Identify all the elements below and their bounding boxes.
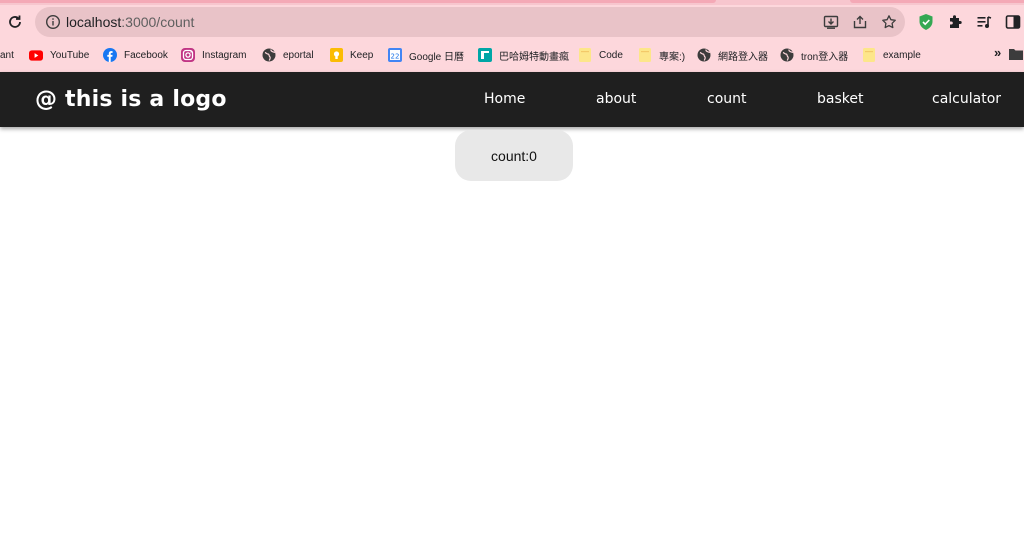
- shield-extension-icon[interactable]: [917, 13, 935, 31]
- facebook-icon: [103, 48, 117, 62]
- bookmark-eportal[interactable]: eportal: [262, 46, 314, 64]
- bookmark-folder-projects[interactable]: 專案:): [638, 46, 685, 64]
- count-text: count:0: [491, 147, 537, 164]
- folder-icon: [638, 48, 652, 62]
- globe-icon: [262, 48, 276, 62]
- bookmark-label: example: [883, 49, 921, 61]
- svg-text:22: 22: [391, 53, 400, 61]
- bookmark-youtube[interactable]: YouTube: [29, 46, 89, 64]
- bookmark-google-calendar[interactable]: 22 Google 日曆: [388, 46, 464, 64]
- globe-icon: [697, 48, 711, 62]
- nav-link-about[interactable]: about: [596, 91, 636, 107]
- count-display[interactable]: count:0: [455, 130, 573, 181]
- bookmark-label: Code: [599, 49, 623, 61]
- bookmark-ant[interactable]: ant: [0, 46, 14, 64]
- bookmark-facebook[interactable]: Facebook: [103, 46, 168, 64]
- inactive-tab-edge[interactable]: [850, 0, 1024, 3]
- bookmark-label: 巴哈姆特動畫瘋: [499, 51, 569, 63]
- youtube-icon: [29, 48, 43, 62]
- bookmark-instagram[interactable]: Instagram: [181, 46, 246, 64]
- app-navbar: @ this is a logo Home about count basket…: [0, 72, 1024, 127]
- bookmarks-bar: ant YouTube Facebook Instagram eportal K…: [0, 42, 1024, 68]
- bookmark-label: 網路登入器: [718, 51, 768, 63]
- bookmark-keep[interactable]: Keep: [329, 46, 373, 64]
- browser-toolbar: localhost:3000/count: [0, 5, 1024, 39]
- app-logo[interactable]: @ this is a logo: [35, 87, 227, 112]
- nav-link-calculator[interactable]: calculator: [932, 91, 1001, 107]
- bookmark-label: 專案:): [659, 51, 686, 63]
- calendar-icon: 22: [388, 48, 402, 62]
- nav-link-count[interactable]: count: [707, 91, 747, 107]
- site-info-icon[interactable]: [45, 14, 61, 30]
- bookmark-label: eportal: [283, 49, 314, 61]
- bookmark-label: Instagram: [202, 49, 247, 61]
- bookmark-label: Keep: [350, 49, 374, 61]
- share-icon[interactable]: [851, 13, 869, 31]
- bahamut-icon: [478, 48, 492, 62]
- folder-icon: [578, 48, 592, 62]
- url-host: localhost: [66, 14, 122, 30]
- browser-chrome: localhost:3000/count ant YouTube Faceboo…: [0, 0, 1024, 72]
- bookmark-folder-code[interactable]: Code: [578, 46, 623, 64]
- extensions-puzzle-icon[interactable]: [946, 13, 964, 31]
- bookmark-folder-example[interactable]: example: [862, 46, 921, 64]
- bookmark-label: ant: [0, 49, 14, 61]
- bookmark-tron-login[interactable]: tron登入器: [780, 46, 848, 64]
- nav-link-basket[interactable]: basket: [817, 91, 863, 107]
- bookmark-label: YouTube: [50, 49, 90, 61]
- bookmark-label: Google 日曆: [409, 51, 465, 63]
- media-queue-icon[interactable]: [975, 13, 993, 31]
- all-bookmarks-folder-icon[interactable]: [1008, 46, 1024, 62]
- folder-icon: [862, 48, 876, 62]
- url-text[interactable]: localhost:3000/count: [66, 13, 194, 31]
- bookmark-label: Facebook: [124, 49, 168, 61]
- bookmark-network-login[interactable]: 網路登入器: [697, 46, 768, 64]
- install-app-icon[interactable]: [822, 13, 840, 31]
- nav-link-home[interactable]: Home: [484, 91, 525, 107]
- bookmark-bahamut[interactable]: 巴哈姆特動畫瘋: [478, 46, 569, 64]
- bookmarks-overflow-button[interactable]: »: [994, 45, 1001, 60]
- active-tab-edge[interactable]: [0, 0, 716, 3]
- bookmark-star-icon[interactable]: [880, 13, 898, 31]
- reload-icon[interactable]: [4, 11, 26, 33]
- keep-icon: [329, 48, 343, 62]
- globe-icon: [780, 48, 794, 62]
- instagram-icon: [181, 48, 195, 62]
- side-panel-icon[interactable]: [1004, 13, 1022, 31]
- url-path: :3000/count: [121, 14, 195, 30]
- address-bar[interactable]: localhost:3000/count: [35, 7, 905, 37]
- bookmark-label: tron登入器: [801, 51, 849, 63]
